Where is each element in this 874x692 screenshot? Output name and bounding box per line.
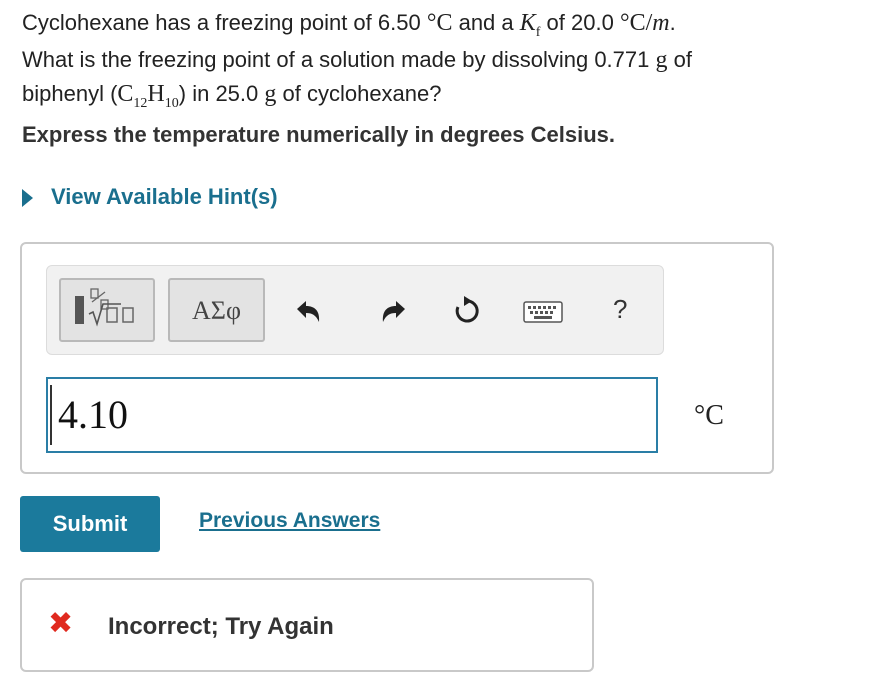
freezing-point-value: 6.50 <box>377 10 421 35</box>
greek-symbols-label: ΑΣφ <box>192 296 241 325</box>
templates-button[interactable] <box>59 278 155 342</box>
question-text-segment: biphenyl ( <box>22 81 118 106</box>
incorrect-x-icon: ✖ <box>48 606 74 641</box>
answer-panel: ΑΣφ ? 4.10 °C <box>20 242 774 474</box>
math-toolbar: ΑΣφ ? <box>46 265 664 355</box>
unit-celsius-per: C/ <box>629 10 653 36</box>
submit-button[interactable]: Submit <box>20 496 160 552</box>
formula-carbon-subscript: 12 <box>133 96 148 111</box>
help-button[interactable]: ? <box>613 294 627 325</box>
solvent-mass: 25.0 <box>215 81 259 106</box>
degree-sign: ° <box>619 10 630 36</box>
question-text-segment: of <box>667 47 692 72</box>
greek-symbols-button[interactable]: ΑΣφ <box>168 278 265 342</box>
solute-mass: 0.771 <box>594 47 650 72</box>
keyboard-icon[interactable] <box>523 301 563 323</box>
undo-icon[interactable] <box>295 300 323 324</box>
question-text-segment: of <box>540 10 572 35</box>
formula-hydrogen: H <box>147 81 165 107</box>
answer-input[interactable]: 4.10 <box>46 377 658 453</box>
question-text-segment: ) in <box>178 81 216 106</box>
question-text-segment: . <box>669 10 676 35</box>
help-icon: ? <box>613 294 628 324</box>
unit-celsius: C <box>436 10 453 36</box>
molality-symbol: m <box>652 10 670 36</box>
question-text-segment: of cyclohexane? <box>276 81 442 106</box>
text-caret <box>50 385 52 445</box>
question-line-2: What is the freezing point of a solution… <box>22 43 862 77</box>
feedback-panel: ✖ Incorrect; Try Again <box>20 578 594 672</box>
feedback-message: Incorrect; Try Again <box>108 613 334 640</box>
reset-icon[interactable] <box>452 296 482 326</box>
redo-icon[interactable] <box>379 300 407 324</box>
view-hints-link[interactable]: View Available Hint(s) <box>22 184 278 210</box>
expand-triangle-icon <box>22 189 33 207</box>
formula-carbon: C <box>117 81 134 107</box>
answer-unit: °C <box>694 400 724 431</box>
kf-subscript: f <box>535 25 541 40</box>
templates-icon <box>75 288 134 327</box>
answer-value: 4.10 <box>58 392 128 437</box>
question-text-segment: and a <box>452 10 520 35</box>
question-line-1: Cyclohexane has a freezing point of 6.50… <box>22 6 862 43</box>
degree-sign: ° <box>426 10 437 36</box>
question-text-segment: What is the freezing point of a solution… <box>22 47 595 72</box>
unit-grams: g <box>264 81 277 107</box>
kf-symbol: K <box>519 10 536 36</box>
formula-hydrogen-subscript: 10 <box>164 96 179 111</box>
instruction-text: Express the temperature numerically in d… <box>22 122 616 147</box>
question-text: Cyclohexane has a freezing point of 6.50… <box>22 6 862 114</box>
question-line-3: biphenyl (C12H10) in 25.0 g of cyclohexa… <box>22 77 862 114</box>
kf-value: 20.0 <box>571 10 614 35</box>
unit-grams: g <box>655 47 668 73</box>
question-text-segment: Cyclohexane has a freezing point of <box>22 10 378 35</box>
previous-answers-link[interactable]: Previous Answers <box>199 509 380 533</box>
view-hints-label: View Available Hint(s) <box>51 184 278 209</box>
